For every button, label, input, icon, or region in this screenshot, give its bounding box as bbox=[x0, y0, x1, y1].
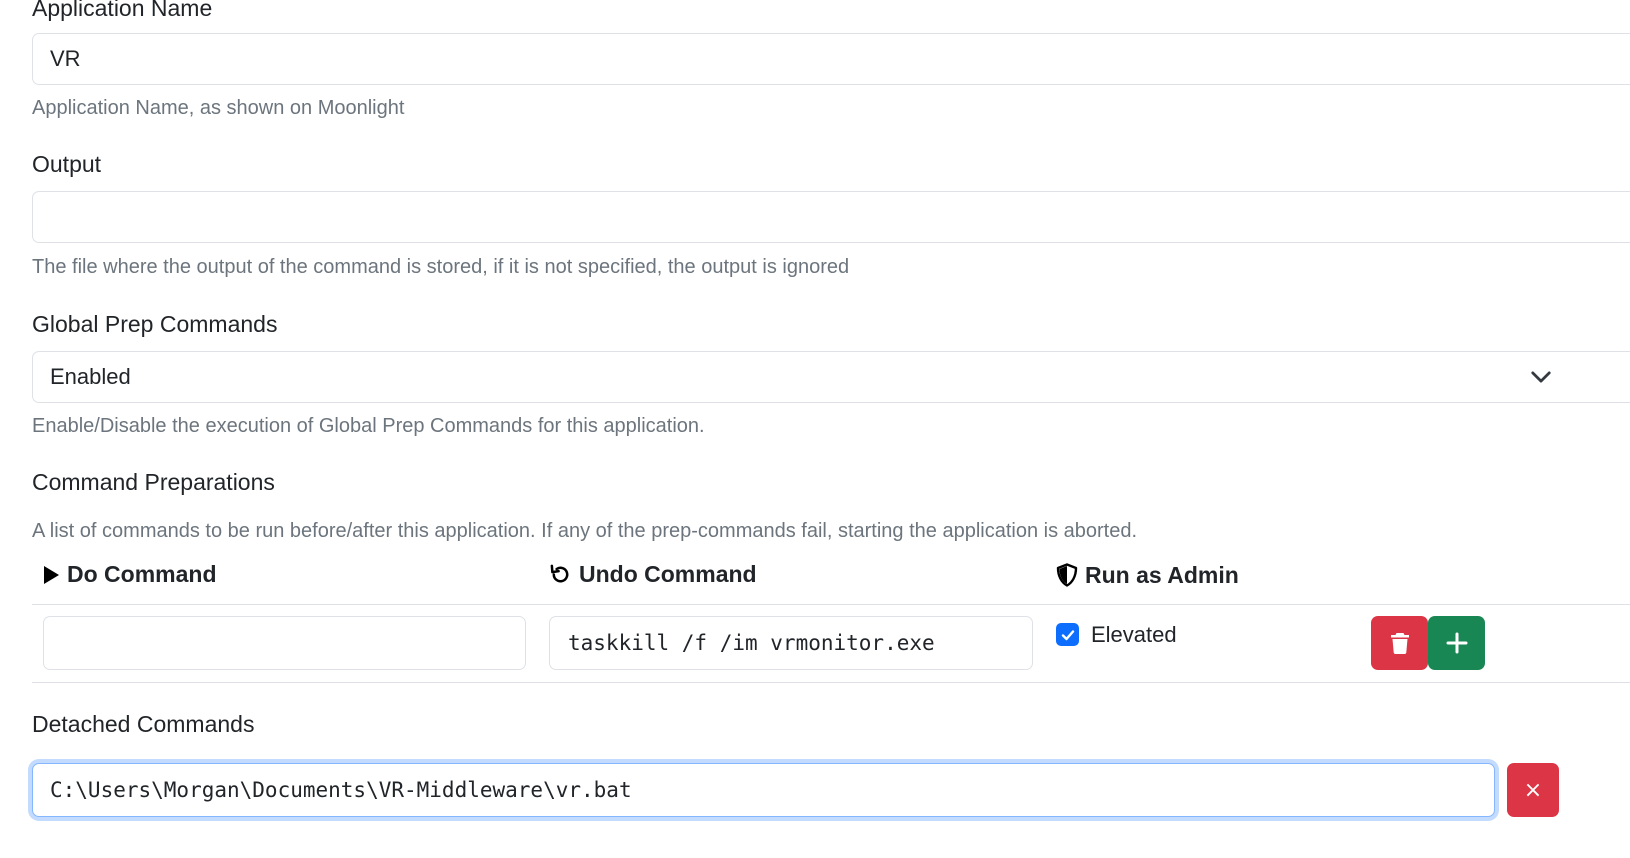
output-label: Output bbox=[32, 151, 102, 177]
global-prep-select[interactable]: Enabled bbox=[32, 351, 1630, 403]
app-edit-form: Application Name VR Application Name, as… bbox=[0, 0, 1630, 858]
undo-command-input[interactable]: taskkill /f /im vrmonitor.exe bbox=[549, 616, 1033, 670]
checkmark-icon bbox=[1061, 629, 1074, 640]
elevated-checkbox[interactable] bbox=[1056, 623, 1079, 646]
close-icon: × bbox=[1523, 777, 1543, 803]
chevron-down-icon bbox=[1531, 371, 1551, 383]
app-name-help: Application Name, as shown on Moonlight bbox=[32, 97, 405, 119]
do-command-input[interactable] bbox=[43, 616, 526, 670]
app-name-value: VR bbox=[50, 46, 81, 71]
play-icon bbox=[44, 565, 59, 584]
do-command-header-label: Do Command bbox=[67, 561, 217, 587]
command-preparations-label: Command Preparations bbox=[32, 469, 275, 495]
run-as-admin-header-label: Run as Admin bbox=[1085, 561, 1239, 588]
run-as-admin-header: Run as Admin bbox=[1056, 563, 1239, 587]
elevated-label[interactable]: Elevated bbox=[1091, 624, 1177, 646]
undo-icon bbox=[550, 564, 569, 583]
undo-command-value: taskkill /f /im vrmonitor.exe bbox=[568, 631, 935, 655]
trash-icon bbox=[1390, 633, 1409, 654]
output-input[interactable] bbox=[32, 191, 1630, 243]
detached-command-input[interactable]: C:\Users\Morgan\Documents\VR-Middleware\… bbox=[32, 763, 1495, 817]
global-prep-selected: Enabled bbox=[50, 364, 131, 389]
detached-commands-label: Detached Commands bbox=[32, 711, 255, 737]
command-preparations-help: A list of commands to be run before/afte… bbox=[32, 520, 1138, 542]
add-prep-button[interactable] bbox=[1428, 616, 1485, 670]
table-bottom-divider bbox=[32, 682, 1630, 683]
output-help: The file where the output of the command… bbox=[32, 256, 850, 278]
plus-icon bbox=[1446, 632, 1467, 654]
table-header-divider bbox=[32, 604, 1630, 605]
do-command-header: Do Command bbox=[42, 563, 217, 586]
undo-command-header: Undo Command bbox=[549, 563, 757, 586]
global-prep-label: Global Prep Commands bbox=[32, 311, 278, 337]
remove-detached-command-button[interactable]: × bbox=[1507, 763, 1559, 817]
shield-icon bbox=[1056, 563, 1078, 587]
detached-command-value: C:\Users\Morgan\Documents\VR-Middleware\… bbox=[50, 778, 632, 802]
global-prep-help: Enable/Disable the execution of Global P… bbox=[32, 415, 705, 437]
app-name-input[interactable]: VR bbox=[32, 33, 1630, 85]
delete-prep-button[interactable] bbox=[1371, 616, 1428, 670]
app-name-label: Application Name bbox=[32, 0, 213, 21]
undo-command-header-label: Undo Command bbox=[579, 561, 757, 587]
